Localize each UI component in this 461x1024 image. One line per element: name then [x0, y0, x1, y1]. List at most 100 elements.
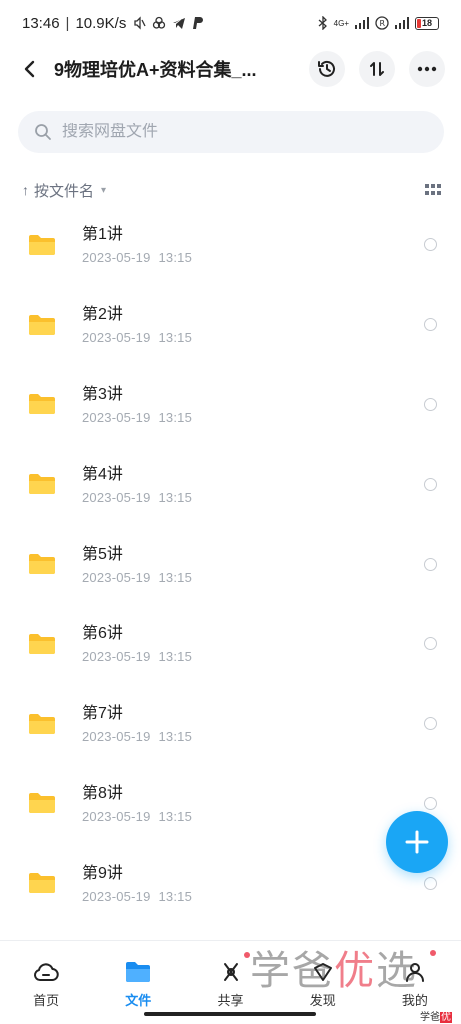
list-item[interactable]: 第4讲 2023-05-19 13:15 — [0, 444, 461, 524]
folder-icon — [29, 314, 55, 335]
file-time: 13:15 — [158, 409, 193, 425]
more-horizontal-icon — [417, 66, 437, 72]
sort-button[interactable]: ↑ 按文件名 ▾ — [22, 180, 106, 201]
file-name: 第1讲 — [82, 226, 123, 244]
list-item[interactable]: 第2讲 2023-05-19 13:15 — [0, 285, 461, 365]
more-button[interactable] — [409, 51, 445, 87]
file-time: 13:15 — [158, 489, 193, 505]
file-name: 第4讲 — [82, 465, 123, 483]
bluetooth-icon — [318, 16, 327, 30]
file-date: 2023-05-19 — [82, 729, 151, 745]
sort-label: 按文件名 — [34, 182, 95, 200]
telegram-icon — [173, 18, 186, 29]
grid-view-button[interactable] — [425, 184, 441, 196]
notification-dot — [430, 950, 436, 956]
list-item[interactable]: 第3讲 2023-05-19 13:15 — [0, 365, 461, 445]
file-name: 第9讲 — [82, 864, 123, 882]
select-checkbox[interactable] — [424, 717, 437, 731]
history-icon — [318, 60, 335, 77]
paypal-icon — [193, 17, 204, 29]
folder-icon — [29, 713, 55, 734]
select-checkbox[interactable] — [424, 238, 437, 252]
file-list: 第1讲 2023-05-19 13:15 第2讲 2023-05-19 13:15 … — [0, 205, 461, 923]
file-date: 2023-05-19 — [82, 250, 151, 266]
file-time: 13:15 — [158, 888, 193, 904]
signal-icon-2 — [395, 17, 409, 29]
home-indicator[interactable] — [144, 1012, 316, 1016]
battery-icon: 18 — [415, 16, 439, 30]
tab-label: 发现 — [309, 993, 336, 1008]
transfer-button[interactable] — [359, 51, 395, 87]
chevron-left-icon — [24, 60, 35, 78]
history-button[interactable] — [309, 51, 345, 87]
folder-icon — [126, 962, 151, 982]
share-icon — [223, 963, 238, 981]
select-checkbox[interactable] — [424, 397, 437, 411]
file-date: 2023-05-19 — [82, 888, 151, 904]
compass-icon — [313, 963, 332, 981]
file-name: 第2讲 — [82, 306, 123, 324]
back-button[interactable] — [16, 56, 42, 82]
cloud-icon — [34, 963, 59, 981]
status-bar: 13:46 | 10.9K/s 4G+ R 18 — [0, 0, 461, 46]
select-checkbox[interactable] — [424, 637, 437, 651]
sort-arrow-icon: ↑ — [22, 182, 29, 198]
file-name: 第7讲 — [82, 705, 123, 723]
file-time: 13:15 — [158, 250, 193, 266]
link-icon — [153, 16, 166, 29]
file-time: 13:15 — [158, 649, 193, 665]
sort-row: ↑ 按文件名 ▾ — [0, 176, 461, 204]
file-time: 13:15 — [158, 808, 193, 824]
list-item[interactable]: 第7讲 2023-05-19 13:15 — [0, 684, 461, 764]
search-bar[interactable] — [18, 111, 444, 153]
file-time: 13:15 — [158, 569, 193, 585]
watermark-small: 学爸优选 — [420, 1012, 452, 1023]
user-icon — [405, 963, 424, 982]
file-time: 13:15 — [158, 330, 193, 346]
transfer-icon — [370, 62, 384, 76]
search-icon — [35, 124, 51, 140]
file-name: 第6讲 — [82, 625, 123, 643]
folder-icon — [29, 234, 55, 255]
folder-icon — [29, 633, 55, 654]
list-item[interactable]: 第5讲 2023-05-19 13:15 — [0, 524, 461, 604]
folder-icon — [29, 554, 55, 575]
file-date: 2023-05-19 — [82, 569, 151, 585]
select-checkbox[interactable] — [424, 318, 437, 332]
notification-dot — [244, 952, 250, 958]
grid-icon — [425, 184, 441, 195]
plus-icon — [405, 830, 429, 854]
network-speed: 10.9K/s — [75, 14, 127, 32]
signal-icon — [355, 17, 369, 29]
network-type: 4G+ — [333, 18, 349, 28]
select-checkbox[interactable] — [424, 477, 437, 491]
tab-home[interactable]: 首页 — [0, 941, 92, 1024]
search-input[interactable] — [62, 123, 402, 141]
file-name: 第8讲 — [82, 784, 123, 802]
file-date: 2023-05-19 — [82, 489, 151, 505]
folder-icon — [29, 873, 55, 894]
file-date: 2023-05-19 — [82, 649, 151, 665]
add-button[interactable] — [386, 811, 448, 873]
file-date: 2023-05-19 — [82, 808, 151, 824]
folder-icon — [29, 793, 55, 814]
page-title: 9物理培优A+资料合集_... — [54, 60, 257, 80]
mute-icon — [134, 16, 146, 30]
select-checkbox[interactable] — [424, 876, 437, 890]
file-name: 第3讲 — [82, 385, 123, 403]
file-name: 第5讲 — [82, 545, 123, 563]
file-time: 13:15 — [158, 729, 193, 745]
status-time: 13:46 — [22, 14, 60, 32]
list-item[interactable]: 第6讲 2023-05-19 13:15 — [0, 604, 461, 684]
tab-label: 首页 — [33, 993, 60, 1008]
top-bar: 9物理培优A+资料合集_... — [0, 46, 461, 92]
select-checkbox[interactable] — [424, 557, 437, 571]
tab-label: 共享 — [217, 993, 244, 1008]
roaming-icon: R — [375, 16, 389, 30]
tab-label: 我的 — [401, 993, 428, 1008]
list-item[interactable]: 第1讲 2023-05-19 13:15 — [0, 205, 461, 285]
tab-label: 文件 — [125, 993, 152, 1008]
folder-icon — [29, 394, 55, 415]
chevron-down-icon: ▾ — [101, 184, 107, 196]
select-checkbox[interactable] — [424, 796, 437, 810]
